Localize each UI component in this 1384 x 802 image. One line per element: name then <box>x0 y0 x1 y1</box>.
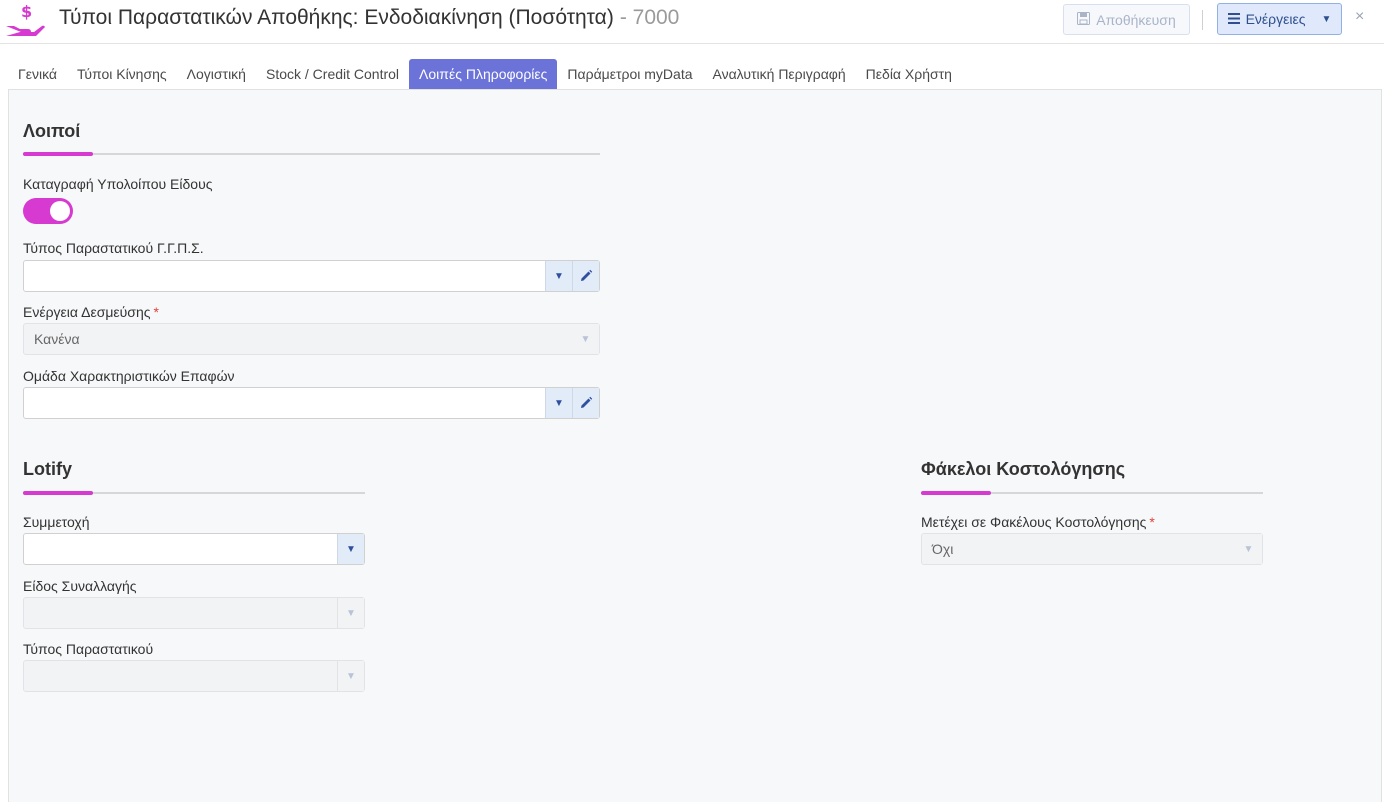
transaction-type-label: Είδος Συναλλαγής <box>23 578 137 594</box>
costing-participates-select[interactable]: Όχι ▼ <box>921 533 1263 565</box>
money-hand-icon: $ <box>4 2 46 40</box>
tab-mydata-parameters[interactable]: Παράμετροι myData <box>557 59 702 89</box>
caret-down-icon: ▼ <box>1321 13 1332 25</box>
tab-bar: Γενικά Τύποι Κίνησης Λογιστική Stock / C… <box>8 59 962 89</box>
costing-section-title: Φάκελοι Κοστολόγησης <box>921 459 1126 479</box>
lotify-section-divider <box>23 491 365 495</box>
dropdown-caret-icon[interactable]: ▼ <box>1235 534 1262 564</box>
tab-movement-types[interactable]: Τύποι Κίνησης <box>67 59 177 89</box>
record-balance-toggle[interactable] <box>23 198 73 224</box>
commit-action-select[interactable]: Κανένα ▼ <box>23 323 600 355</box>
page-title-text: Τύποι Παραστατικών Αποθήκης: Ενδοδιακίνη… <box>59 6 614 29</box>
dropdown-caret-icon[interactable]: ▼ <box>337 534 364 564</box>
document-type-select[interactable]: ▼ <box>23 660 365 692</box>
transaction-type-select[interactable]: ▼ <box>23 597 365 629</box>
costing-participates-value: Όχι <box>932 541 954 557</box>
save-button-label: Αποθήκευση <box>1096 11 1176 28</box>
menu-icon <box>1227 11 1240 27</box>
tab-content-panel: Λοιποί Καταγραφή Υπολοίπου Είδους Τύπος … <box>8 89 1382 802</box>
header-divider <box>1202 10 1203 30</box>
ggps-doc-type-label: Τύπος Παραστατικού Γ.Γ.Π.Σ. <box>23 240 204 256</box>
dropdown-caret-icon[interactable]: ▼ <box>337 661 364 691</box>
tab-detailed-description[interactable]: Αναλυτική Περιγραφή <box>703 59 856 89</box>
tab-other-info[interactable]: Λοιπές Πληροφορίες <box>409 59 558 89</box>
dropdown-caret-icon[interactable]: ▼ <box>545 261 572 291</box>
participation-label: Συμμετοχή <box>23 514 90 530</box>
contact-group-label: Ομάδα Χαρακτηριστικών Επαφών <box>23 368 235 384</box>
svg-text:$: $ <box>21 2 32 21</box>
costing-participates-label: Μετέχει σε Φακέλους Κοστολόγησης * <box>921 514 1155 530</box>
required-mark: * <box>1149 514 1155 530</box>
dropdown-caret-icon[interactable]: ▼ <box>337 598 364 628</box>
record-code: - 7000 <box>619 6 680 29</box>
dropdown-caret-icon[interactable]: ▼ <box>545 388 572 418</box>
costing-participates-label-text: Μετέχει σε Φακέλους Κοστολόγησης <box>921 514 1147 530</box>
commit-action-value: Κανένα <box>34 331 80 347</box>
record-balance-label: Καταγραφή Υπολοίπου Είδους <box>23 176 213 192</box>
document-type-label: Τύπος Παραστατικού <box>23 641 154 657</box>
tab-stock-credit-control[interactable]: Stock / Credit Control <box>256 59 409 89</box>
tab-general[interactable]: Γενικά <box>8 59 67 89</box>
actions-button-label: Ενέργειες <box>1245 11 1306 27</box>
page-title: Τύποι Παραστατικών Αποθήκης: Ενδοδιακίνη… <box>59 6 679 30</box>
misc-section-title: Λοιποί <box>23 121 81 141</box>
costing-section-divider <box>921 491 1263 495</box>
ggps-doc-type-select[interactable]: ▼ <box>23 260 600 292</box>
close-icon[interactable]: × <box>1355 8 1364 26</box>
participation-select[interactable]: ▼ <box>23 533 365 565</box>
commit-action-label: Ενέργεια Δεσμεύσης * <box>23 304 159 320</box>
edit-pencil-icon[interactable] <box>572 388 599 418</box>
dropdown-caret-icon[interactable]: ▼ <box>572 324 599 354</box>
tab-user-fields[interactable]: Πεδία Χρήστη <box>856 59 962 89</box>
save-button[interactable]: Αποθήκευση <box>1063 4 1190 35</box>
edit-pencil-icon[interactable] <box>572 261 599 291</box>
commit-action-label-text: Ενέργεια Δεσμεύσης <box>23 304 151 320</box>
page-header: $ Τύποι Παραστατικών Αποθήκης: Ενδοδιακί… <box>0 0 1384 44</box>
tab-accounting[interactable]: Λογιστική <box>177 59 256 89</box>
save-icon <box>1077 11 1091 28</box>
lotify-section-title: Lotify <box>23 459 72 479</box>
required-mark: * <box>153 304 159 320</box>
misc-section-divider <box>23 152 600 156</box>
actions-button[interactable]: Ενέργειες ▼ <box>1217 3 1342 35</box>
contact-group-select[interactable]: ▼ <box>23 387 600 419</box>
